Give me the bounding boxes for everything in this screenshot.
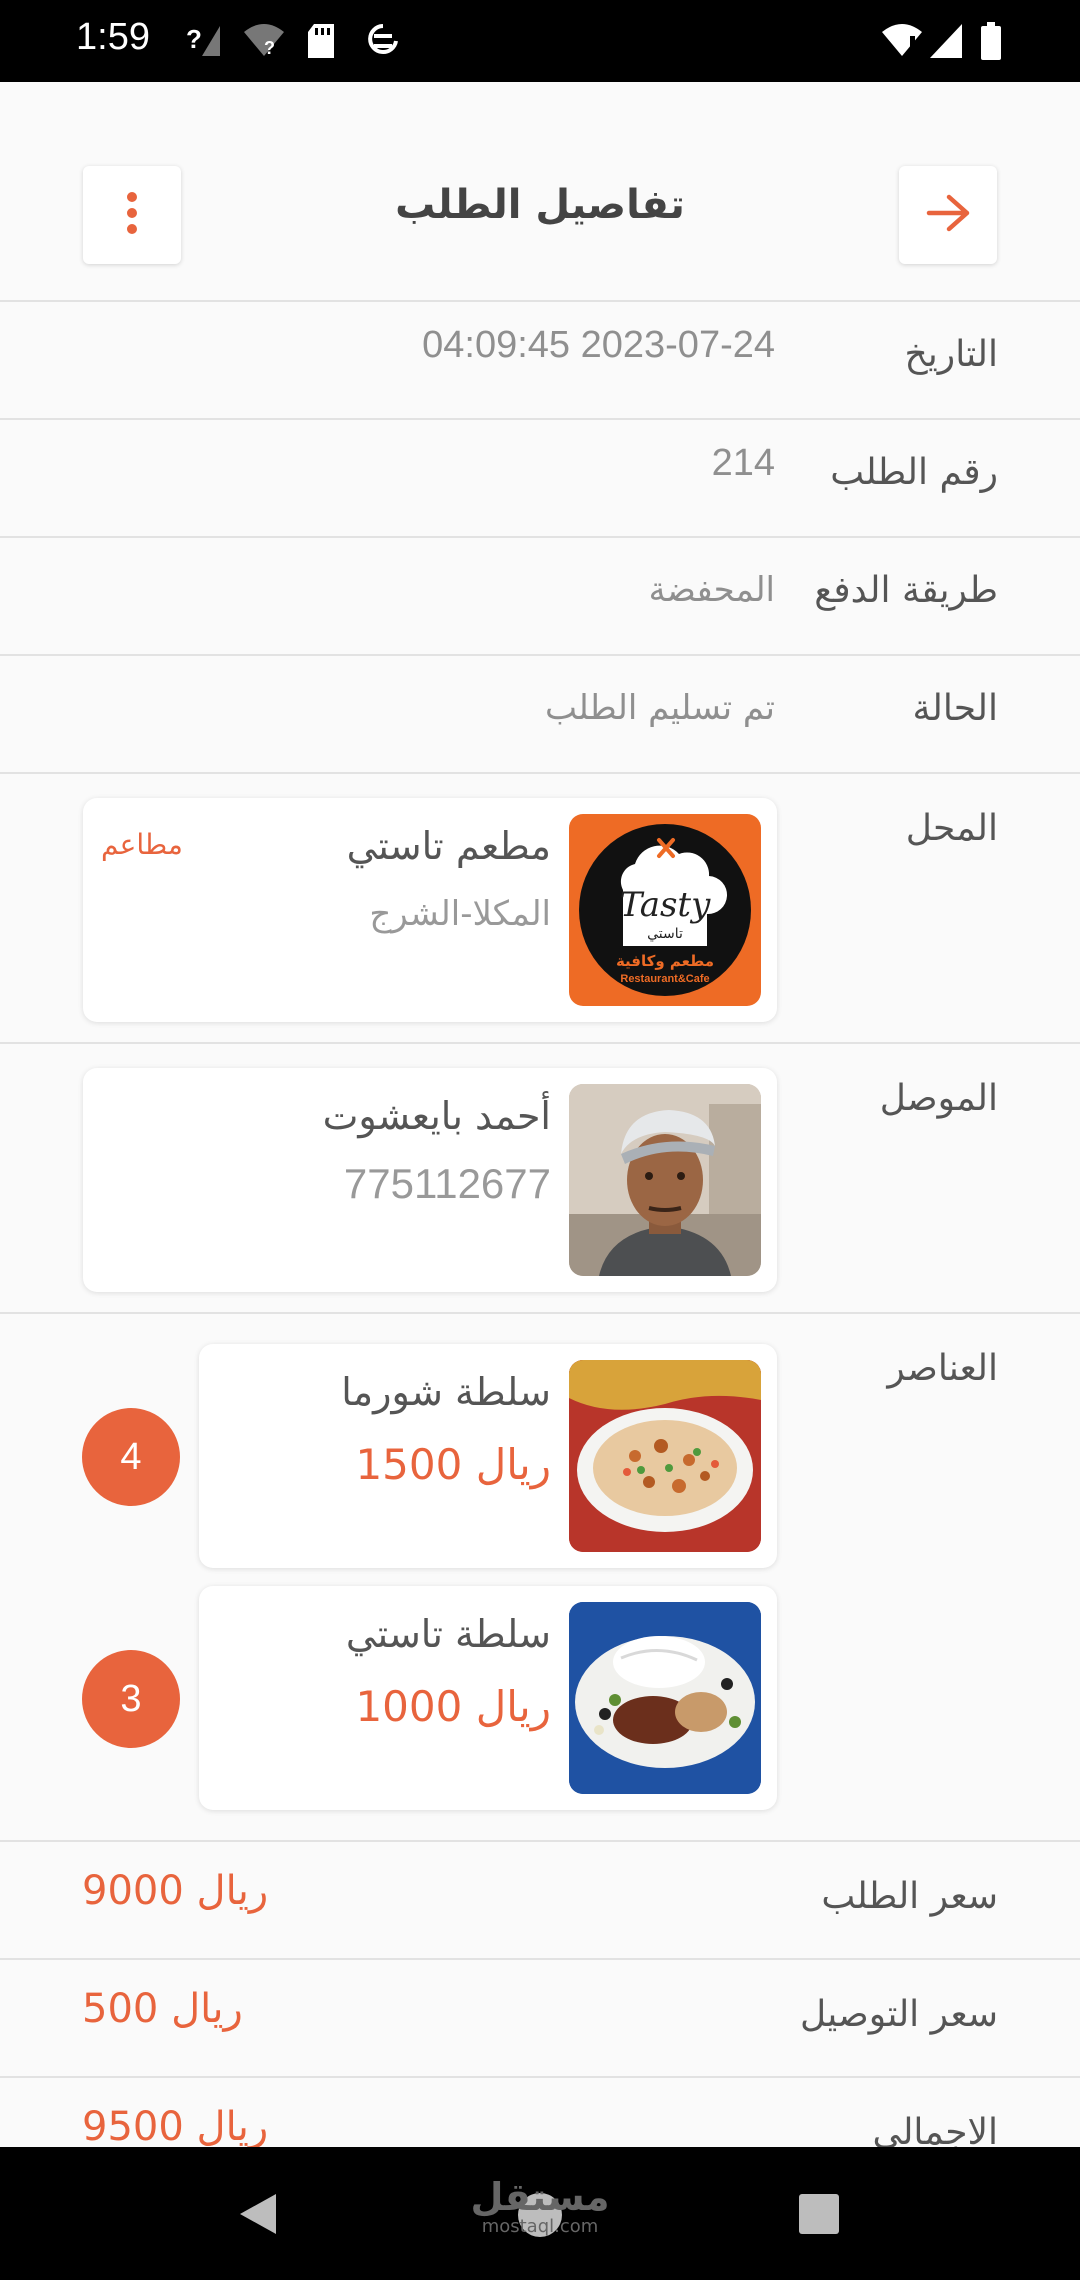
logo-brand: Tasty [620,885,711,925]
driver-card[interactable]: أحمد بايعشوت 775112677 [83,1068,777,1292]
store-category: مطاعم [101,828,183,861]
status-value: تم تسليم الطلب [545,688,775,728]
item-name: سلطة تاستي [345,1612,551,1656]
svg-text:?: ? [264,38,275,58]
items-label: العناصر [887,1348,998,1389]
store-logo: Tasty تاستي مطعم وكافية Restaurant&Cafe [569,814,761,1006]
detail-row-status: الحالة تم تسليم الطلب [0,656,1080,774]
item-quantity-badge: 4 [82,1408,180,1506]
driver-section: الموصل أحمد بايعشوت 775112677 [0,1044,1080,1314]
order-number-label: رقم الطلب [830,452,998,493]
driver-phone[interactable]: 775112677 [344,1160,551,1208]
payment-method-label: طريقة الدفع [814,570,998,611]
app-header: تفاصيل الطلب [0,82,1080,302]
sd-card-icon [306,22,336,64]
item-card[interactable]: سلطة تاستي 1000 ريال [199,1586,777,1810]
order-price-value: 9000 ريال [82,1868,269,1914]
total-value: 9500 ريال [82,2104,269,2150]
store-card[interactable]: Tasty تاستي مطعم وكافية Restaurant&Cafe … [83,798,777,1022]
item-name: سلطة شورما [341,1370,551,1414]
store-name: مطعم تاستي [346,824,551,868]
arrow-right-icon [925,193,971,237]
wifi-alert-icon [880,22,924,64]
item-price: 1000 ريال [355,1682,551,1731]
watermark-text: مستقل [470,2175,610,2219]
logo-brand-ar: تاستي [647,926,683,942]
item-image [569,1360,761,1552]
date-value: 04:09:45 2023-07-24 [422,324,775,366]
detail-row-order-number: رقم الطلب 214 [0,420,1080,538]
date-label: التاريخ [904,334,998,375]
driver-label: الموصل [879,1078,998,1119]
status-time: 1:59 [76,16,150,58]
status-bar: 1:59 ? ? [0,0,1080,82]
driver-name: أحمد بايعشوت [322,1094,551,1138]
payment-method-value: المحفضة [648,570,775,610]
logo-tagline-en: Restaurant&Cafe [620,973,709,985]
back-button[interactable] [899,166,997,264]
detail-row-date: التاريخ 04:09:45 2023-07-24 [0,302,1080,420]
status-label: الحالة [912,688,998,729]
driver-photo [569,1084,761,1276]
item-quantity-badge: 3 [82,1650,180,1748]
cell-signal-icon [928,22,964,64]
item-image [569,1602,761,1794]
watermark-url: mostaql.com [481,2216,599,2237]
store-location: المكلا-الشرج [369,894,551,934]
sync-app-icon [366,22,400,64]
detail-row-payment: طريقة الدفع المحفضة [0,538,1080,656]
store-section: المحل Tasty تاستي مطعم وكافية Restaurant… [0,774,1080,1044]
system-nav-bar: مستقل mostaql.com [0,2147,1080,2280]
nav-back-icon[interactable] [236,2191,280,2241]
store-label: المحل [905,808,998,849]
logo-tagline-ar: مطعم وكافية [616,952,714,970]
delivery-price-value: 500 ريال [82,1986,243,2032]
order-price-row: سعر الطلب 9000 ريال [0,1842,1080,1960]
delivery-price-label: سعر التوصيل [800,1994,998,2035]
delivery-price-row: سعر التوصيل 500 ريال [0,1960,1080,2078]
item-price: 1500 ريال [355,1440,551,1489]
nav-recents-icon[interactable] [798,2193,840,2239]
order-price-label: سعر الطلب [821,1876,998,1917]
signal-unknown-icon: ? [186,22,222,64]
item-card[interactable]: سلطة شورما 1500 ريال [199,1344,777,1568]
order-number-value: 214 [711,442,775,484]
svg-text:?: ? [186,24,202,54]
wifi-unknown-icon: ? [242,22,286,64]
mostaql-watermark: مستقل mostaql.com [470,2177,610,2237]
battery-icon [980,22,1002,64]
items-section: العناصر 4 سلطة شورما 1500 ريال 3 سلطة تا… [0,1314,1080,1842]
